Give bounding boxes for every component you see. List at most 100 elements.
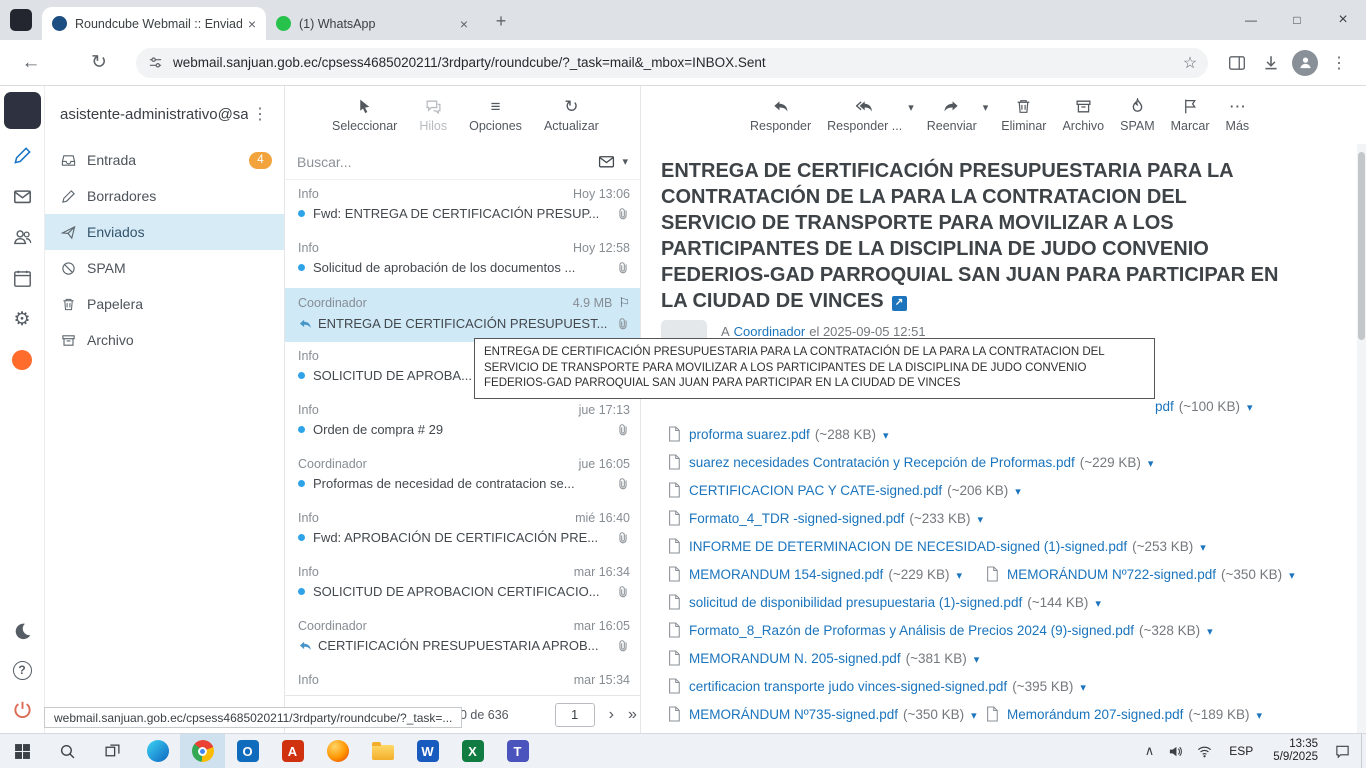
taskbar-app-chrome[interactable] (180, 734, 225, 768)
taskbar-search-button[interactable] (45, 734, 90, 768)
attachment-link[interactable]: solicitud de disponibilidad presupuestar… (689, 595, 1022, 610)
toolbar-select-button[interactable]: Seleccionar (329, 98, 400, 133)
back-icon[interactable]: ← (14, 46, 48, 80)
tab-close-icon[interactable]: × (248, 16, 256, 32)
attachment-menu-caret[interactable]: ▾ (883, 429, 889, 442)
dropdown-caret-icon[interactable]: ▾ (983, 101, 989, 114)
taskbar-app-word[interactable]: W (405, 734, 450, 768)
attachment-link[interactable]: pdf (1155, 399, 1174, 414)
dark-mode-icon[interactable] (10, 619, 34, 643)
folder-item-enviados[interactable]: Enviados (45, 214, 284, 250)
attachment-menu-caret[interactable]: ▾ (974, 653, 980, 666)
hidden-icons-button[interactable]: ∧ (1138, 743, 1162, 759)
search-input[interactable] (297, 154, 598, 170)
page-input[interactable] (555, 703, 595, 727)
folder-item-papelera[interactable]: Papelera (45, 286, 284, 322)
attachment-menu-caret[interactable]: ▾ (1080, 681, 1086, 694)
search-scope-icon[interactable] (598, 153, 615, 170)
attachment-link[interactable]: MEMORÁNDUM Nº722-signed.pdf (1007, 567, 1216, 582)
toolbar-more-button[interactable]: ⋯ Más (1223, 98, 1253, 133)
message-row[interactable]: Info Hoy 12:58 Solicitud de aprobación d… (285, 234, 640, 288)
attachment-link[interactable]: MEMORÁNDUM Nº735-signed.pdf (689, 707, 898, 722)
close-button[interactable]: × (1320, 0, 1366, 40)
maximize-button[interactable]: □ (1274, 0, 1320, 40)
attachment-menu-caret[interactable]: ▾ (1200, 541, 1206, 554)
folder-item-archivo[interactable]: Archivo (45, 322, 284, 358)
attachment-link[interactable]: MEMORANDUM N. 205-signed.pdf (689, 651, 901, 666)
message-row[interactable]: Info mar 15:34 (285, 666, 640, 695)
notification-center-icon[interactable] (1328, 744, 1357, 759)
attachment-menu-caret[interactable]: ▾ (978, 513, 984, 526)
new-tab-button[interactable]: + (486, 6, 516, 36)
attachment-link[interactable]: MEMORANDUM 154-signed.pdf (689, 567, 883, 582)
taskbar-app-explorer[interactable] (360, 734, 405, 768)
attachment-link[interactable]: proforma suarez.pdf (689, 427, 810, 442)
last-page-icon[interactable]: » (628, 706, 637, 724)
tab-close-icon[interactable]: × (460, 16, 468, 32)
mail-icon[interactable] (10, 184, 34, 208)
toolbar-reply-button[interactable]: Responder (747, 98, 814, 133)
toolbar-options-button[interactable]: ≡ Opciones (466, 98, 525, 133)
message-row[interactable]: Coordinador mar 16:05 CERTIFICACIÓN PRES… (285, 612, 640, 666)
toolbar-refresh-button[interactable]: ↻ Actualizar (541, 98, 602, 133)
toolbar-delete-button[interactable]: Eliminar (998, 98, 1049, 133)
message-row[interactable]: Info mar 16:34 SOLICITUD DE APROBACION C… (285, 558, 640, 612)
attachment-menu-caret[interactable]: ▾ (971, 709, 977, 722)
search-options-caret[interactable]: ▾ (622, 155, 628, 168)
webmail-logo[interactable] (4, 92, 41, 129)
minimize-button[interactable]: — (1228, 0, 1274, 40)
address-bar[interactable]: webmail.sanjuan.gob.ec/cpsess4685020211/… (136, 48, 1208, 78)
attachment-menu-caret[interactable]: ▾ (1095, 597, 1101, 610)
message-row[interactable]: Coordinador jue 16:05 Proformas de neces… (285, 450, 640, 504)
taskbar-app-edge[interactable] (135, 734, 180, 768)
help-icon[interactable]: ? (10, 658, 34, 682)
external-link-icon[interactable]: ↗ (892, 296, 907, 311)
calendar-icon[interactable] (10, 266, 34, 290)
attachment-menu-caret[interactable]: ▾ (957, 569, 963, 582)
attachment-link[interactable]: Formato_4_TDR -signed-signed.pdf (689, 511, 904, 526)
taskbar-app-excel[interactable]: X (450, 734, 495, 768)
attachment-menu-caret[interactable]: ▾ (1257, 709, 1263, 722)
attachment-link[interactable]: Formato_8_Razón de Proformas y Análisis … (689, 623, 1134, 638)
contacts-icon[interactable] (10, 225, 34, 249)
network-icon[interactable] (1190, 744, 1219, 759)
folder-item-borradores[interactable]: Borradores (45, 178, 284, 214)
message-row[interactable]: Info mié 16:40 Fwd: APROBACIÓN DE CERTIF… (285, 504, 640, 558)
toolbar-forward-button[interactable]: Reenviar ▾ (924, 98, 989, 133)
taskbar-app-teams[interactable]: T (495, 734, 540, 768)
downloads-icon[interactable] (1254, 46, 1288, 80)
site-info-icon[interactable] (148, 55, 163, 70)
attachment-link[interactable]: INFORME DE DETERMINACION DE NECESIDAD-si… (689, 539, 1127, 554)
reload-icon[interactable]: ↻ (82, 46, 116, 80)
folder-item-entrada[interactable]: Entrada 4 (45, 142, 284, 178)
attachment-menu-caret[interactable]: ▾ (1289, 569, 1295, 582)
recipient-link[interactable]: Coordinador (734, 324, 806, 339)
taskbar-app-outlook[interactable]: O (225, 734, 270, 768)
message-row[interactable]: Info jue 17:13 Orden de compra # 29 (285, 396, 640, 450)
compose-icon[interactable] (10, 143, 34, 167)
attachment-link[interactable]: CERTIFICACION PAC Y CATE-signed.pdf (689, 483, 942, 498)
next-page-icon[interactable]: › (609, 706, 614, 724)
start-button[interactable] (0, 734, 45, 768)
folder-item-spam[interactable]: SPAM (45, 250, 284, 286)
tab-whatsapp[interactable]: (1) WhatsApp × (266, 7, 478, 40)
attachment-menu-caret[interactable]: ▾ (1207, 625, 1213, 638)
toolbar-archive-button[interactable]: Archivo (1059, 98, 1107, 133)
bookmark-star-icon[interactable]: ☆ (1176, 53, 1204, 73)
logout-icon[interactable] (10, 697, 34, 721)
message-row[interactable]: Coordinador 4.9 MB ⚐ ENTREGA DE CERTIFIC… (285, 288, 640, 342)
attachment-link[interactable]: certificacion transporte judo vinces-sig… (689, 679, 1007, 694)
show-desktop-button[interactable] (1361, 734, 1366, 768)
task-view-button[interactable] (90, 734, 135, 768)
volume-icon[interactable] (1161, 744, 1190, 759)
side-panel-icon[interactable] (1220, 46, 1254, 80)
toolbar-reply-all-button[interactable]: Responder ... ▾ (824, 98, 914, 133)
attachment-menu-caret[interactable]: ▾ (1148, 457, 1154, 470)
browser-profile-avatar[interactable] (1288, 46, 1322, 80)
attachment-menu-caret[interactable]: ▾ (1015, 485, 1021, 498)
scrollbar-thumb[interactable] (1358, 152, 1365, 340)
flag-icon[interactable]: ⚐ (618, 295, 630, 311)
language-indicator[interactable]: ESP (1219, 744, 1263, 758)
toolbar-spam-button[interactable]: SPAM (1117, 98, 1158, 133)
toolbar-threads-button[interactable]: Hilos (416, 98, 450, 133)
